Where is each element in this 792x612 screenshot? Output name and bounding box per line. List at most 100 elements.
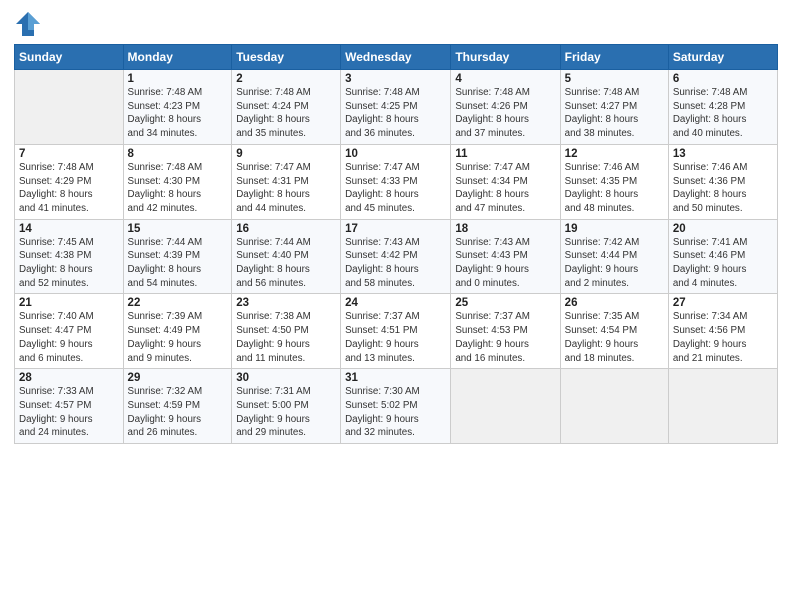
day-number: 1 [128,73,228,85]
day-number: 11 [455,148,555,160]
day-number: 9 [236,148,336,160]
calendar-page: SundayMondayTuesdayWednesdayThursdayFrid… [0,0,792,612]
calendar-cell: 21Sunrise: 7:40 AMSunset: 4:47 PMDayligh… [15,294,124,369]
calendar-cell [15,70,124,145]
day-of-week-sunday: Sunday [15,45,124,70]
logo [14,10,46,38]
calendar-cell: 15Sunrise: 7:44 AMSunset: 4:39 PMDayligh… [123,219,232,294]
day-number: 12 [565,148,664,160]
day-info: Sunrise: 7:48 AMSunset: 4:25 PMDaylight:… [345,86,446,141]
calendar-cell: 13Sunrise: 7:46 AMSunset: 4:36 PMDayligh… [668,144,777,219]
logo-icon [14,10,42,38]
day-number: 2 [236,73,336,85]
week-row-4: 21Sunrise: 7:40 AMSunset: 4:47 PMDayligh… [15,294,778,369]
day-number: 23 [236,297,336,309]
week-row-1: 1Sunrise: 7:48 AMSunset: 4:23 PMDaylight… [15,70,778,145]
day-info: Sunrise: 7:35 AMSunset: 4:54 PMDaylight:… [565,310,664,365]
calendar-cell: 4Sunrise: 7:48 AMSunset: 4:26 PMDaylight… [451,70,560,145]
week-row-3: 14Sunrise: 7:45 AMSunset: 4:38 PMDayligh… [15,219,778,294]
calendar-cell: 23Sunrise: 7:38 AMSunset: 4:50 PMDayligh… [232,294,341,369]
day-info: Sunrise: 7:48 AMSunset: 4:28 PMDaylight:… [673,86,773,141]
day-number: 28 [19,372,119,384]
calendar-cell: 2Sunrise: 7:48 AMSunset: 4:24 PMDaylight… [232,70,341,145]
calendar-cell: 29Sunrise: 7:32 AMSunset: 4:59 PMDayligh… [123,369,232,444]
day-info: Sunrise: 7:38 AMSunset: 4:50 PMDaylight:… [236,310,336,365]
day-number: 31 [345,372,446,384]
calendar-cell: 11Sunrise: 7:47 AMSunset: 4:34 PMDayligh… [451,144,560,219]
day-number: 7 [19,148,119,160]
day-info: Sunrise: 7:41 AMSunset: 4:46 PMDaylight:… [673,236,773,291]
day-info: Sunrise: 7:43 AMSunset: 4:43 PMDaylight:… [455,236,555,291]
day-number: 22 [128,297,228,309]
day-number: 13 [673,148,773,160]
day-info: Sunrise: 7:37 AMSunset: 4:53 PMDaylight:… [455,310,555,365]
day-number: 8 [128,148,228,160]
week-row-5: 28Sunrise: 7:33 AMSunset: 4:57 PMDayligh… [15,369,778,444]
calendar-cell: 25Sunrise: 7:37 AMSunset: 4:53 PMDayligh… [451,294,560,369]
calendar-cell: 22Sunrise: 7:39 AMSunset: 4:49 PMDayligh… [123,294,232,369]
calendar-table: SundayMondayTuesdayWednesdayThursdayFrid… [14,44,778,444]
day-number: 21 [19,297,119,309]
header [14,10,778,38]
day-info: Sunrise: 7:48 AMSunset: 4:23 PMDaylight:… [128,86,228,141]
day-info: Sunrise: 7:30 AMSunset: 5:02 PMDaylight:… [345,385,446,440]
day-info: Sunrise: 7:46 AMSunset: 4:36 PMDaylight:… [673,161,773,216]
day-info: Sunrise: 7:48 AMSunset: 4:24 PMDaylight:… [236,86,336,141]
day-number: 25 [455,297,555,309]
day-of-week-saturday: Saturday [668,45,777,70]
calendar-cell: 10Sunrise: 7:47 AMSunset: 4:33 PMDayligh… [341,144,451,219]
day-of-week-tuesday: Tuesday [232,45,341,70]
calendar-cell: 6Sunrise: 7:48 AMSunset: 4:28 PMDaylight… [668,70,777,145]
calendar-header-row: SundayMondayTuesdayWednesdayThursdayFrid… [15,45,778,70]
day-number: 15 [128,223,228,235]
calendar-cell [451,369,560,444]
calendar-cell: 14Sunrise: 7:45 AMSunset: 4:38 PMDayligh… [15,219,124,294]
day-info: Sunrise: 7:45 AMSunset: 4:38 PMDaylight:… [19,236,119,291]
day-of-week-friday: Friday [560,45,668,70]
day-info: Sunrise: 7:47 AMSunset: 4:34 PMDaylight:… [455,161,555,216]
day-number: 16 [236,223,336,235]
day-number: 27 [673,297,773,309]
day-info: Sunrise: 7:47 AMSunset: 4:31 PMDaylight:… [236,161,336,216]
calendar-cell: 28Sunrise: 7:33 AMSunset: 4:57 PMDayligh… [15,369,124,444]
day-info: Sunrise: 7:44 AMSunset: 4:39 PMDaylight:… [128,236,228,291]
day-info: Sunrise: 7:34 AMSunset: 4:56 PMDaylight:… [673,310,773,365]
day-number: 19 [565,223,664,235]
day-number: 18 [455,223,555,235]
calendar-cell: 27Sunrise: 7:34 AMSunset: 4:56 PMDayligh… [668,294,777,369]
day-info: Sunrise: 7:39 AMSunset: 4:49 PMDaylight:… [128,310,228,365]
day-number: 4 [455,73,555,85]
day-info: Sunrise: 7:37 AMSunset: 4:51 PMDaylight:… [345,310,446,365]
calendar-cell: 12Sunrise: 7:46 AMSunset: 4:35 PMDayligh… [560,144,668,219]
day-number: 3 [345,73,446,85]
day-info: Sunrise: 7:47 AMSunset: 4:33 PMDaylight:… [345,161,446,216]
calendar-cell: 8Sunrise: 7:48 AMSunset: 4:30 PMDaylight… [123,144,232,219]
calendar-cell: 7Sunrise: 7:48 AMSunset: 4:29 PMDaylight… [15,144,124,219]
day-number: 26 [565,297,664,309]
day-of-week-thursday: Thursday [451,45,560,70]
day-of-week-wednesday: Wednesday [341,45,451,70]
calendar-cell: 9Sunrise: 7:47 AMSunset: 4:31 PMDaylight… [232,144,341,219]
day-number: 30 [236,372,336,384]
calendar-cell: 5Sunrise: 7:48 AMSunset: 4:27 PMDaylight… [560,70,668,145]
calendar-cell: 19Sunrise: 7:42 AMSunset: 4:44 PMDayligh… [560,219,668,294]
calendar-cell: 30Sunrise: 7:31 AMSunset: 5:00 PMDayligh… [232,369,341,444]
calendar-cell: 31Sunrise: 7:30 AMSunset: 5:02 PMDayligh… [341,369,451,444]
calendar-cell: 20Sunrise: 7:41 AMSunset: 4:46 PMDayligh… [668,219,777,294]
day-info: Sunrise: 7:32 AMSunset: 4:59 PMDaylight:… [128,385,228,440]
calendar-cell: 26Sunrise: 7:35 AMSunset: 4:54 PMDayligh… [560,294,668,369]
day-number: 17 [345,223,446,235]
calendar-cell [560,369,668,444]
day-of-week-monday: Monday [123,45,232,70]
calendar-cell: 17Sunrise: 7:43 AMSunset: 4:42 PMDayligh… [341,219,451,294]
day-info: Sunrise: 7:42 AMSunset: 4:44 PMDaylight:… [565,236,664,291]
day-info: Sunrise: 7:48 AMSunset: 4:27 PMDaylight:… [565,86,664,141]
day-number: 6 [673,73,773,85]
week-row-2: 7Sunrise: 7:48 AMSunset: 4:29 PMDaylight… [15,144,778,219]
day-number: 20 [673,223,773,235]
day-info: Sunrise: 7:48 AMSunset: 4:26 PMDaylight:… [455,86,555,141]
calendar-cell: 1Sunrise: 7:48 AMSunset: 4:23 PMDaylight… [123,70,232,145]
day-number: 29 [128,372,228,384]
day-number: 24 [345,297,446,309]
calendar-cell [668,369,777,444]
